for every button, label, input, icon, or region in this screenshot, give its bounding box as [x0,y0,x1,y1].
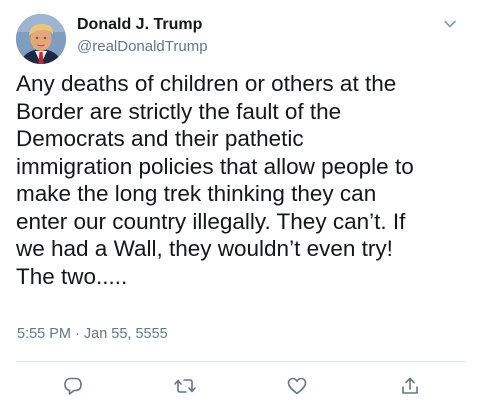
avatar[interactable] [16,14,66,64]
retweet-icon [174,379,196,393]
reply-icon [64,377,82,395]
avatar-image [16,14,66,64]
tweet-timestamp[interactable]: 5:55 PM · Jan 55, 5555 [17,326,168,342]
chevron-down-icon[interactable] [440,14,460,34]
reply-button[interactable] [59,372,87,400]
heart-icon [287,377,307,395]
tweet-action-bar [0,370,480,402]
tweet-text: Any deaths of children or others at the … [16,71,414,289]
retweet-button[interactable] [171,372,199,400]
like-button[interactable] [283,372,311,400]
author-display-name[interactable]: Donald J. Trump [77,16,202,34]
divider [16,361,466,362]
author-handle[interactable]: @realDonaldTrump [77,38,208,55]
share-button[interactable] [396,372,424,400]
tweet-card: Donald J. Trump @realDonaldTrump Any dea… [0,0,480,410]
share-icon [402,377,418,394]
